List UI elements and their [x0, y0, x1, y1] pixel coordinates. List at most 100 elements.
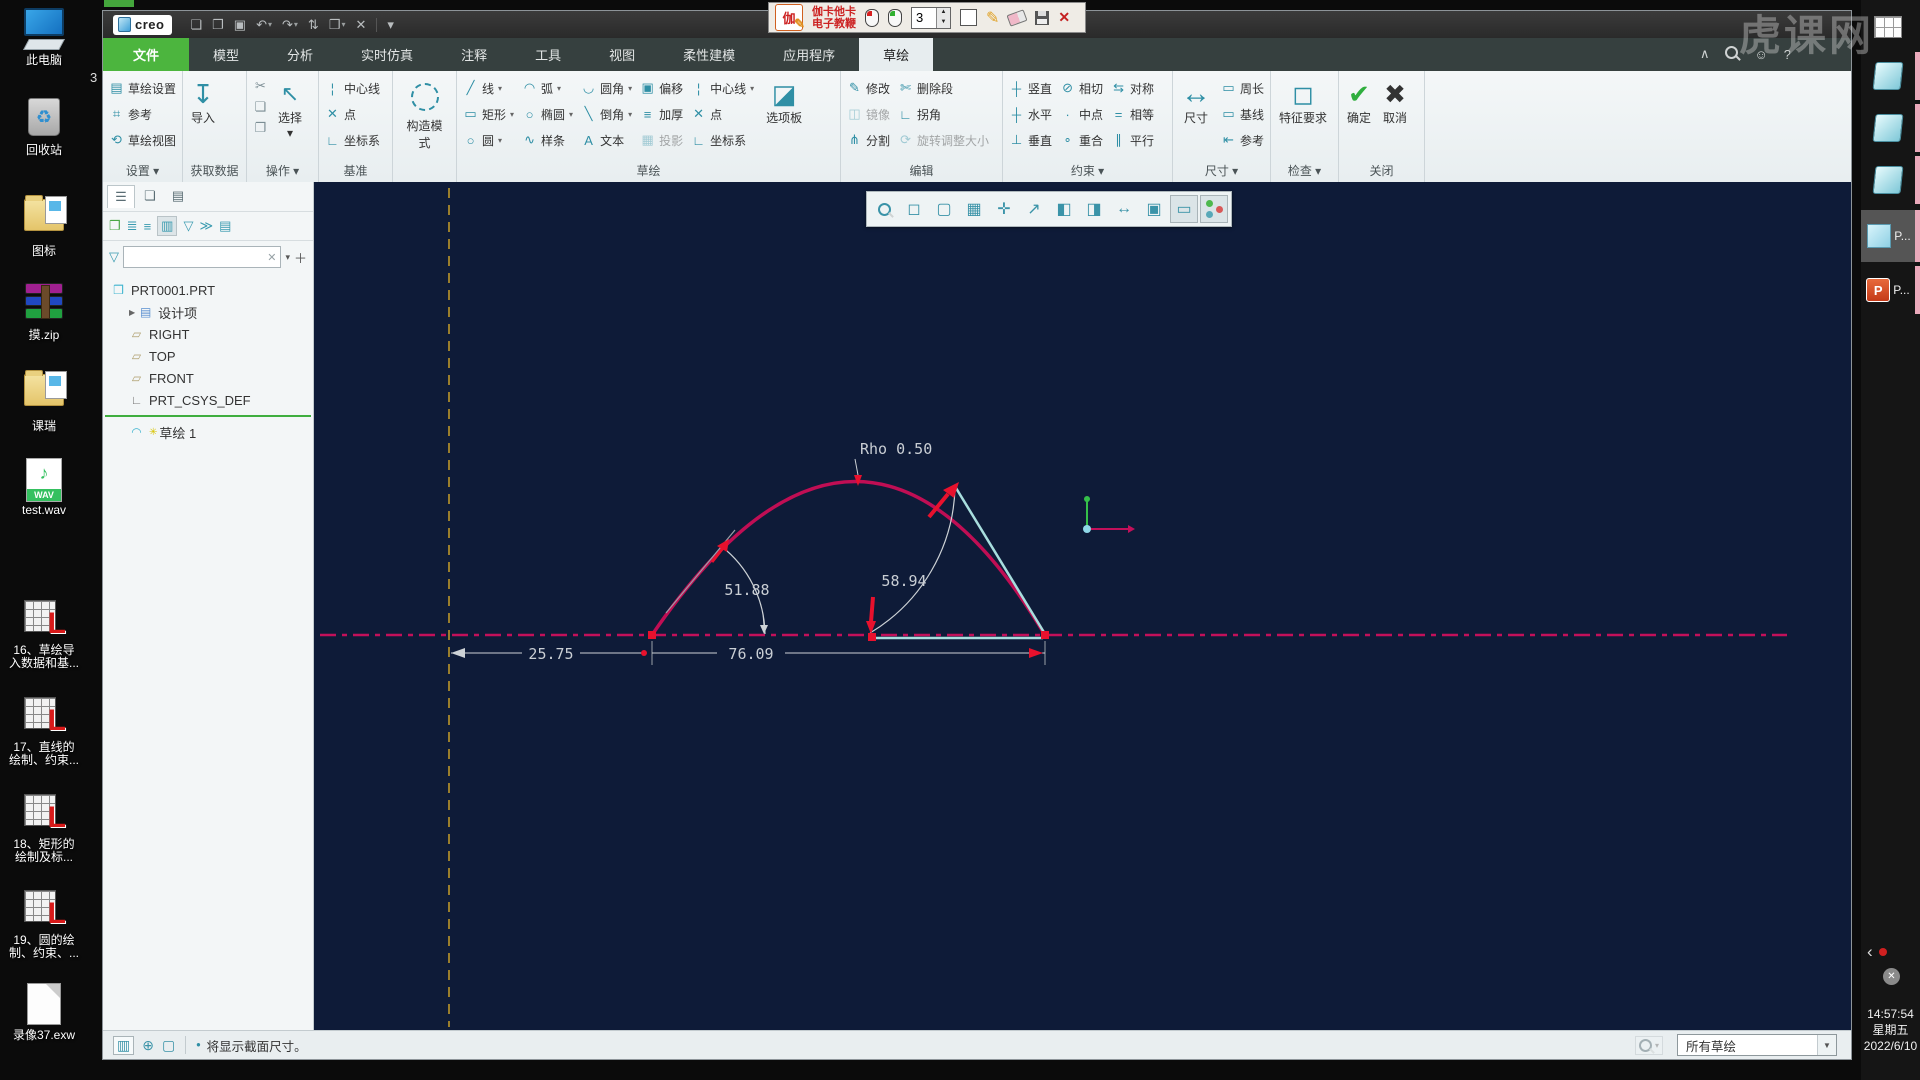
- tab-2[interactable]: 分析: [263, 38, 337, 71]
- datum-btn[interactable]: ✕ 点: [323, 101, 382, 127]
- tree-item-7[interactable]: ◠ ✳ 草绘 1: [103, 421, 313, 443]
- pen-close-icon[interactable]: ✕: [1058, 9, 1070, 26]
- annotation-display-button[interactable]: ▣: [1140, 195, 1168, 223]
- shape-tool-icon[interactable]: [960, 9, 977, 26]
- sketch-canvas[interactable]: Rho 0.50 51.88 58.94 25.75 76.09 ◻ ▢ ▦ ✛ ↗ ◧ ◨…: [314, 182, 1851, 1031]
- display-style-shaded-button[interactable]: ◧: [1050, 195, 1078, 223]
- pencil-tool-icon[interactable]: ✎: [986, 8, 999, 28]
- mid-endpoint[interactable]: [868, 633, 876, 641]
- constrain-btn[interactable]: ∘ 重合: [1058, 127, 1105, 153]
- sketching-btn[interactable]: ▭ 矩形 ▾: [461, 101, 516, 127]
- desktop-icon-1[interactable]: ♻ 回收站: [0, 98, 88, 157]
- view-manager-button[interactable]: ▦: [960, 195, 988, 223]
- sketching-btn[interactable]: ◠ 弧 ▾: [520, 75, 575, 101]
- editing-btn[interactable]: ✄ 删除段: [896, 75, 991, 101]
- select-dropdown-icon[interactable]: ▼: [1817, 1035, 1836, 1055]
- find-button[interactable]: ▾: [1634, 1035, 1663, 1055]
- tab-4[interactable]: 注释: [437, 38, 511, 71]
- tree-columns-button[interactable]: ▥: [157, 216, 178, 236]
- funnel-icon[interactable]: ▽: [109, 249, 119, 265]
- editing-btn[interactable]: ∟ 拐角: [896, 101, 991, 127]
- desktop-icon-4[interactable]: 课瑞: [0, 368, 88, 433]
- collapse-arrow[interactable]: ‹: [1867, 942, 1887, 962]
- editing-btn[interactable]: ✎ 修改: [845, 75, 892, 101]
- constrain-btn[interactable]: ⊥ 垂直: [1007, 127, 1054, 153]
- tree-item-3[interactable]: ▱ TOP: [103, 345, 313, 367]
- desktop-icon-3[interactable]: 摸.zip: [0, 281, 88, 342]
- sketch-filter-select[interactable]: 所有草绘 ▼: [1677, 1034, 1837, 1056]
- zoom-in-button[interactable]: [870, 195, 898, 223]
- dim-rho[interactable]: Rho 0.50: [860, 440, 932, 458]
- tab-6[interactable]: 视图: [585, 38, 659, 71]
- show-items-button[interactable]: ❒: [109, 218, 121, 234]
- constrain-btn[interactable]: ∥ 平行: [1109, 127, 1156, 153]
- expander-icon[interactable]: ▶: [129, 308, 135, 317]
- desktop-icon-7[interactable]: L 17、直线的 绘制、约束...: [0, 695, 88, 767]
- dimension-big-btn[interactable]: ↔ 尺寸: [1177, 75, 1215, 126]
- select-big-btn[interactable]: ↖ 选择 ▾: [274, 75, 306, 140]
- filter-dropdown-icon[interactable]: ▾: [285, 252, 290, 263]
- pen-width-spinner[interactable]: 3 ▲ ▼: [911, 6, 951, 29]
- taskbar-item-4[interactable]: P...: [1861, 210, 1917, 262]
- desktop-icon-6[interactable]: L 16、草绘导 入数据和基...: [0, 598, 88, 670]
- constrain-btn[interactable]: ⇆ 对称: [1109, 75, 1156, 101]
- desktop-icon-8[interactable]: L 18、矩形的 绘制及标...: [0, 792, 88, 864]
- saved-orientations-button[interactable]: ▢: [930, 195, 958, 223]
- sketch-orientation-button[interactable]: ↗: [1020, 195, 1048, 223]
- left-endpoint[interactable]: [648, 631, 656, 639]
- sketching-btn[interactable]: A 文本: [579, 127, 634, 153]
- inspect-big-btn[interactable]: ◻ 特征要求: [1275, 75, 1331, 126]
- select-filter-button[interactable]: [1200, 195, 1228, 223]
- setup-btn[interactable]: ⌗ 参考: [107, 101, 178, 127]
- undo[interactable]: ↶ ▾: [252, 16, 276, 34]
- desktop-icon-10[interactable]: 录像37.exw: [0, 983, 88, 1042]
- get-data-big-btn[interactable]: ↧ 导入: [187, 75, 219, 126]
- taskbar-item-2[interactable]: [1861, 104, 1915, 152]
- model-icon[interactable]: ▢: [162, 1037, 175, 1054]
- tangent-line[interactable]: [954, 487, 1047, 635]
- sketching-btn[interactable]: ◡ 圆角 ▾: [579, 75, 634, 101]
- constrain-btn[interactable]: ┼ 水平: [1007, 101, 1054, 127]
- model-tree-tab[interactable]: ☰: [107, 185, 135, 208]
- tab-7[interactable]: 柔性建模: [659, 38, 759, 71]
- dimension-display-button[interactable]: ↔: [1110, 195, 1138, 223]
- web-icon[interactable]: ⊕: [142, 1037, 154, 1054]
- tree-item-1[interactable]: ▶ ▤ 设计项: [103, 301, 313, 323]
- sketching-btn[interactable]: ▣ 偏移: [638, 75, 685, 101]
- tree-item-2[interactable]: ▱ RIGHT: [103, 323, 313, 345]
- collapse-all-button[interactable]: ≡: [144, 219, 152, 234]
- new-file[interactable]: ❏: [186, 16, 206, 34]
- sketch-display-button[interactable]: ▭: [1170, 195, 1198, 223]
- tree-item-0[interactable]: ❒ PRT0001.PRT: [103, 279, 313, 301]
- desktop-icon-0[interactable]: 此电脑: [0, 8, 88, 67]
- dim-width-main[interactable]: 76.09: [728, 645, 773, 663]
- pen-width-value[interactable]: 3: [912, 8, 936, 28]
- tab-0[interactable]: 文件: [103, 38, 190, 71]
- sketching-btn[interactable]: ✕ 点: [689, 101, 756, 127]
- right-endpoint[interactable]: [1041, 631, 1049, 639]
- close-big-btn[interactable]: ✖ 取消: [1379, 75, 1411, 126]
- sketching-btn[interactable]: ○ 椭圆 ▾: [520, 101, 575, 127]
- save-annotation-icon[interactable]: [1035, 10, 1050, 25]
- desktop-icon-9[interactable]: L 19、圆的绘 制、约束、...: [0, 888, 88, 960]
- tab-1[interactable]: 模型: [189, 38, 263, 71]
- sketching-btn[interactable]: ≡ 加厚: [638, 101, 685, 127]
- dim-angle-left[interactable]: 51.88: [724, 581, 769, 599]
- sketching-btn[interactable]: ¦ 中心线 ▾: [689, 75, 756, 101]
- taskbar-item-3[interactable]: [1861, 156, 1915, 204]
- editing-btn[interactable]: ⋔ 分割: [845, 127, 892, 153]
- regenerate[interactable]: ⇅: [304, 16, 323, 34]
- paste-button[interactable]: ❐: [251, 119, 270, 137]
- sketching-btn[interactable]: ∿ 样条: [520, 127, 575, 153]
- constrain-btn[interactable]: ┼ 竖直: [1007, 75, 1054, 101]
- dim-width-left[interactable]: 25.75: [528, 645, 573, 663]
- window[interactable]: ❒ ▾: [325, 16, 350, 34]
- tree-settings-button[interactable]: ▤: [219, 218, 231, 234]
- save[interactable]: ▣: [230, 16, 250, 34]
- constrain-btn[interactable]: ∙ 中点: [1058, 101, 1105, 127]
- constrain-btn[interactable]: ⊘ 相切: [1058, 75, 1105, 101]
- angle-dim-arc-right[interactable]: [869, 487, 956, 634]
- open-file[interactable]: ❐: [208, 16, 228, 34]
- tab-5[interactable]: 工具: [511, 38, 585, 71]
- constrain-btn[interactable]: = 相等: [1109, 101, 1156, 127]
